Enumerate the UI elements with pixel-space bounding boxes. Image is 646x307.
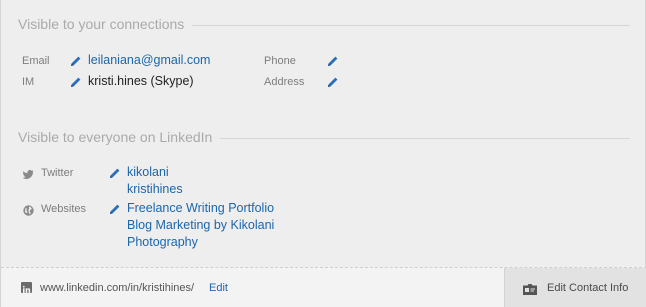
im-value: kristi.hines (Skype)	[88, 74, 194, 88]
twitter-handle-link[interactable]: kristihines	[127, 182, 183, 196]
pencil-icon[interactable]	[327, 76, 339, 88]
twitter-bird-icon	[22, 167, 34, 179]
pencil-icon[interactable]	[327, 55, 339, 67]
twitter-handle-link[interactable]: kikolani	[127, 165, 169, 179]
pencil-icon[interactable]	[70, 76, 82, 88]
globe-icon	[23, 203, 34, 216]
linkedin-icon	[21, 282, 32, 293]
pencil-icon[interactable]	[70, 55, 82, 67]
email-label: Email	[22, 55, 50, 67]
website-link[interactable]: Photography	[127, 235, 198, 249]
profile-footer: www.linkedin.com/in/kristihines/ Edit Ed…	[1, 267, 646, 307]
edit-profile-url-link[interactable]: Edit	[209, 282, 228, 294]
im-label: IM	[22, 76, 35, 88]
edit-contact-info-label: Edit Contact Info	[547, 282, 629, 294]
divider	[192, 24, 630, 26]
section-title-connections: Visible to your connections	[18, 16, 630, 32]
public-profile-url: www.linkedin.com/in/kristihines/	[40, 282, 195, 294]
edit-contact-info-button[interactable]: Edit Contact Info	[504, 268, 646, 307]
pencil-icon[interactable]	[109, 203, 121, 215]
phone-label: Phone	[264, 55, 296, 67]
contact-info-panel: Visible to your connections Email leilan…	[0, 0, 646, 307]
pencil-icon[interactable]	[109, 167, 121, 179]
websites-label: Websites	[41, 203, 87, 215]
twitter-label: Twitter	[41, 167, 74, 179]
section-title-everyone: Visible to everyone on LinkedIn	[18, 129, 630, 145]
contact-card-icon	[523, 282, 537, 295]
email-value[interactable]: leilaniana@gmail.com	[88, 53, 210, 67]
website-link[interactable]: Freelance Writing Portfolio	[127, 201, 274, 215]
website-link[interactable]: Blog Marketing by Kikolani	[127, 218, 274, 232]
address-label: Address	[264, 76, 305, 88]
divider	[220, 137, 630, 139]
